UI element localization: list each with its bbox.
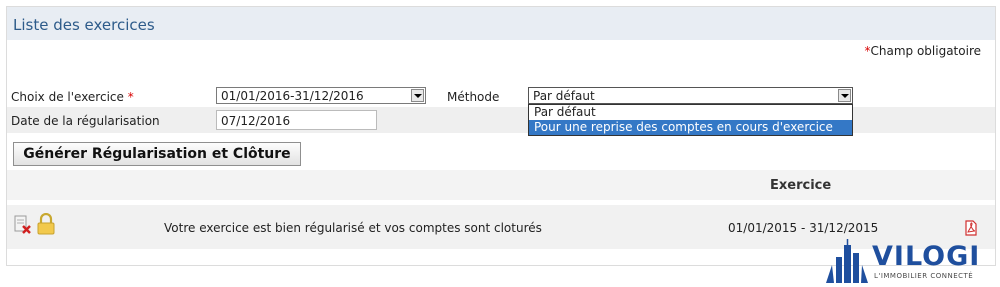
building-logo-icon — [826, 239, 868, 283]
date-input-value: 07/12/2016 — [221, 114, 291, 128]
vilogi-logo: VILOGI L'IMMOBILIER CONNECTÉ — [822, 237, 992, 285]
pdf-icon[interactable] — [963, 220, 979, 236]
exercise-label: Choix de l'exercice * — [11, 90, 134, 104]
generate-regularisation-button[interactable]: Générer Régularisation et Clôture — [13, 142, 301, 166]
method-dropdown-list: Par défaut Pour une reprise des comptes … — [528, 104, 853, 136]
table-header — [7, 170, 995, 200]
chevron-down-icon[interactable] — [411, 89, 424, 102]
exercise-select[interactable]: 01/01/2016-31/12/2016 — [216, 87, 426, 104]
date-label: Date de la régularisation — [11, 114, 160, 128]
method-label: Méthode — [447, 90, 500, 104]
row-status-message: Votre exercice est bien régularisé et vo… — [164, 221, 542, 235]
row-period: 01/01/2015 - 31/12/2015 — [728, 221, 879, 235]
method-option-reprise[interactable]: Pour une reprise des comptes en cours d'… — [529, 120, 852, 135]
exercise-list-panel: Liste des exercices *Champ obligatoire C… — [6, 6, 996, 266]
exercise-label-text: Choix de l'exercice — [11, 90, 124, 104]
chevron-down-icon[interactable] — [838, 89, 851, 102]
required-note-text: Champ obligatoire — [870, 44, 982, 58]
document-delete-icon[interactable] — [13, 215, 33, 235]
date-input[interactable]: 07/12/2016 — [216, 110, 377, 130]
method-option-default[interactable]: Par défaut — [529, 105, 852, 120]
method-select-value: Par défaut — [533, 89, 595, 103]
logo-tagline: L'IMMOBILIER CONNECTÉ — [874, 272, 974, 280]
logo-wordmark: VILOGI — [872, 241, 981, 272]
panel-title: Liste des exercices — [13, 16, 155, 34]
exercise-select-value: 01/01/2016-31/12/2016 — [221, 89, 364, 103]
lock-icon — [37, 213, 55, 235]
method-select[interactable]: Par défaut — [528, 87, 853, 104]
panel-header: Liste des exercices — [7, 7, 995, 40]
column-header-exercice: Exercice — [770, 178, 832, 193]
exercise-required-star: * — [127, 90, 134, 104]
required-field-note: *Champ obligatoire — [865, 44, 982, 58]
